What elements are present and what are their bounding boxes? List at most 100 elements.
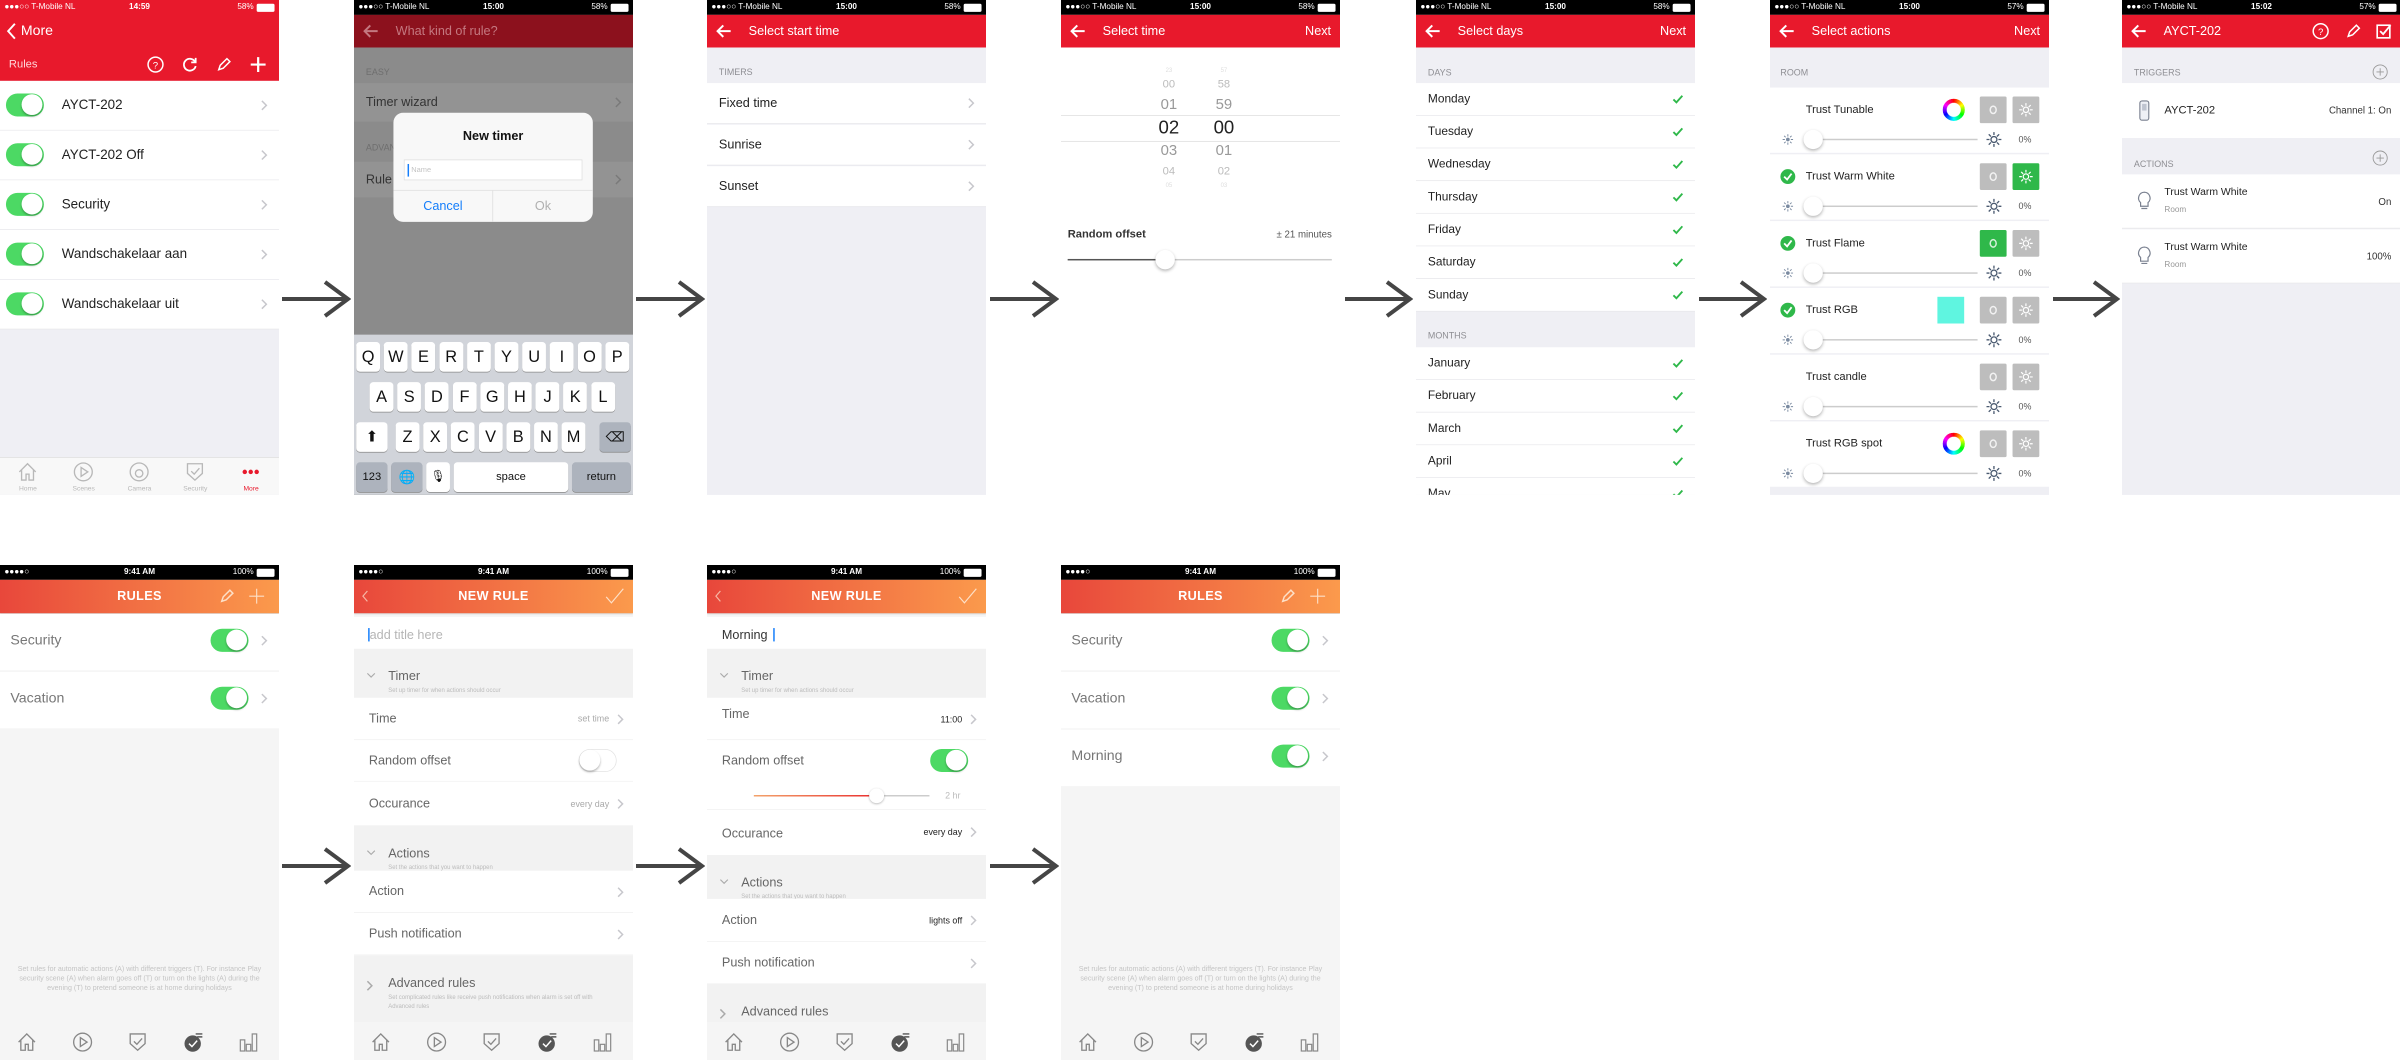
tab-home[interactable]: [719, 1025, 749, 1058]
push-notification-row[interactable]: Push notification: [707, 941, 986, 985]
save-check-icon[interactable]: [604, 587, 625, 606]
tab-scenes[interactable]: Scenes: [56, 458, 112, 495]
timer-option-row[interactable]: Sunset: [707, 166, 986, 208]
tab-camera[interactable]: Camera: [112, 458, 168, 495]
timer-option-row[interactable]: Sunrise: [707, 124, 986, 166]
key-t[interactable]: T: [466, 342, 491, 372]
brightness-slider-thumb[interactable]: [1803, 129, 1823, 150]
rule-row[interactable]: Vacation: [0, 671, 279, 729]
tab-security[interactable]: [123, 1025, 153, 1058]
toggle-switch[interactable]: [5, 292, 44, 316]
power-button[interactable]: [1979, 363, 2007, 391]
save-checkbox-icon[interactable]: [2375, 22, 2393, 40]
tab-scenes[interactable]: [68, 1025, 98, 1058]
day-row[interactable]: Friday: [1416, 213, 1695, 247]
brightness-slider-track[interactable]: [1813, 339, 1978, 341]
key-e[interactable]: E: [411, 342, 436, 372]
rule-row[interactable]: Security: [0, 613, 279, 671]
edit-pencil-icon[interactable]: [1280, 588, 1296, 604]
name-input[interactable]: Name: [403, 159, 583, 181]
tab-more[interactable]: More: [223, 458, 279, 495]
month-row[interactable]: March: [1416, 412, 1695, 446]
advanced-section-header[interactable]: Advanced rules: [707, 984, 986, 1023]
tab-rules[interactable]: [179, 1025, 209, 1058]
key-x[interactable]: X: [423, 422, 448, 452]
microphone-key[interactable]: 🎙: [426, 462, 450, 492]
month-row[interactable]: February: [1416, 379, 1695, 413]
occurance-row[interactable]: Occurance every day: [707, 809, 986, 856]
action-row[interactable]: Action: [354, 870, 633, 913]
minute-picker-wheel[interactable]: 57 58 59 00 01 02 03: [1205, 63, 1242, 193]
action-row[interactable]: Trust Warm White Room 100%: [2122, 229, 2400, 284]
rule-row[interactable]: Security: [0, 180, 279, 231]
tab-scenes[interactable]: [1129, 1025, 1159, 1058]
actions-section-header[interactable]: Actions Set the actions that you want to …: [707, 855, 986, 900]
day-row[interactable]: Tuesday: [1416, 115, 1695, 149]
add-plus-icon[interactable]: [248, 587, 266, 605]
brightness-slider-track[interactable]: [1813, 272, 1978, 274]
ok-button[interactable]: Ok: [493, 191, 593, 222]
back-arrow-icon[interactable]: [1779, 23, 1795, 39]
brightness-button[interactable]: [2012, 430, 2040, 458]
push-notification-row[interactable]: Push notification: [354, 912, 633, 956]
device-name[interactable]: Trust Warm White: [1806, 170, 1895, 183]
rule-row[interactable]: Security: [1061, 613, 1340, 671]
key-a[interactable]: A: [369, 382, 394, 412]
tab-statistics[interactable]: [234, 1025, 264, 1058]
back-arrow-icon[interactable]: [716, 23, 732, 39]
numbers-key[interactable]: 123: [356, 462, 388, 492]
key-q[interactable]: Q: [356, 342, 381, 372]
actions-section-header[interactable]: Actions Set the actions that you want to …: [354, 826, 633, 871]
tab-security[interactable]: Security: [167, 458, 223, 495]
toggle-switch[interactable]: [578, 749, 617, 773]
toggle-switch[interactable]: [5, 143, 44, 167]
back-chevron-icon[interactable]: [361, 589, 368, 602]
power-button[interactable]: [1979, 163, 2007, 190]
refresh-icon[interactable]: [181, 56, 199, 74]
rule-row[interactable]: Wandschakelaar aan: [0, 230, 279, 280]
day-row[interactable]: Monday: [1416, 83, 1695, 116]
tab-security[interactable]: [477, 1025, 507, 1058]
shift-key[interactable]: ⬆: [356, 422, 388, 452]
back-arrow-icon[interactable]: [2131, 23, 2147, 39]
return-key[interactable]: return: [571, 462, 631, 492]
device-name[interactable]: Trust RGB spot: [1806, 437, 1882, 450]
back-arrow-icon[interactable]: [1070, 23, 1086, 39]
brightness-slider-thumb[interactable]: [1803, 196, 1823, 216]
tab-home[interactable]: [366, 1025, 396, 1058]
month-row[interactable]: May: [1416, 477, 1695, 495]
key-l[interactable]: L: [591, 382, 615, 412]
toggle-switch[interactable]: [210, 628, 249, 652]
edit-pencil-icon[interactable]: [2345, 23, 2361, 39]
back-button[interactable]: More: [4, 19, 78, 43]
tab-security[interactable]: [1184, 1025, 1214, 1058]
space-key[interactable]: space: [453, 462, 569, 492]
month-row[interactable]: April: [1416, 445, 1695, 478]
day-row[interactable]: Thursday: [1416, 181, 1695, 214]
color-wheel-icon[interactable]: [1942, 432, 1965, 455]
key-s[interactable]: S: [397, 382, 422, 412]
action-row[interactable]: Action lights off: [707, 898, 986, 942]
month-row[interactable]: January: [1416, 347, 1695, 380]
toggle-switch[interactable]: [5, 93, 44, 117]
key-z[interactable]: Z: [395, 422, 420, 452]
advanced-section-header[interactable]: Advanced rules Set complicated rules like…: [354, 956, 633, 1023]
key-w[interactable]: W: [383, 342, 408, 372]
tab-statistics[interactable]: [1295, 1025, 1325, 1058]
next-button[interactable]: Next: [1660, 24, 1686, 39]
brightness-slider-track[interactable]: [1813, 405, 1978, 408]
toggle-switch[interactable]: [5, 242, 44, 266]
brightness-slider-thumb[interactable]: [1803, 263, 1823, 283]
toggle-switch[interactable]: [210, 686, 249, 710]
power-button[interactable]: [1979, 296, 2007, 324]
brightness-slider-thumb[interactable]: [1803, 396, 1823, 417]
tab-scenes[interactable]: [775, 1025, 805, 1058]
tab-statistics[interactable]: [941, 1025, 971, 1058]
day-row[interactable]: Saturday: [1416, 246, 1695, 279]
offset-slider-thumb[interactable]: [869, 788, 885, 804]
add-trigger-icon[interactable]: [2372, 64, 2388, 80]
key-v[interactable]: V: [478, 422, 503, 452]
toggle-switch[interactable]: [1271, 628, 1310, 652]
color-wheel-icon[interactable]: [1942, 98, 1965, 121]
tab-rules[interactable]: [886, 1025, 916, 1058]
